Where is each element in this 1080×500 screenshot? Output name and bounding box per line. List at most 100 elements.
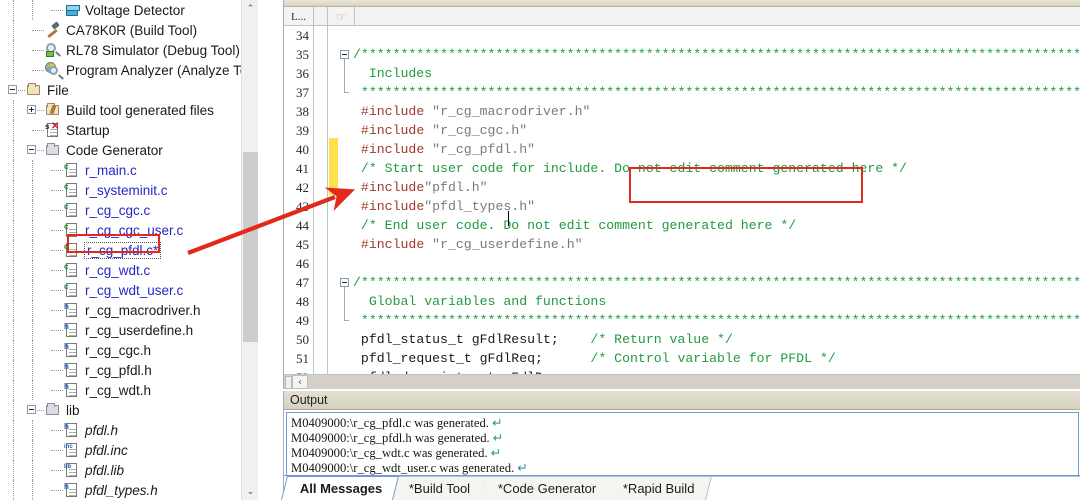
output-tab-code-generator[interactable]: *Code Generator [479, 476, 613, 500]
mark-column-header[interactable] [314, 7, 328, 26]
folder-icon [26, 82, 42, 98]
scroll-thumb[interactable] [243, 152, 258, 342]
output-tab-bar[interactable]: All Messages *Build Tool *Code Generator *R… [281, 475, 1080, 500]
output-tab-label: *Code Generator [497, 481, 596, 496]
code-text-area[interactable]: 3435363738394041424344454647484950515253… [284, 26, 1080, 374]
pointing-hand-icon: ☞ [335, 9, 347, 24]
tree-item-r-cg-wdt-c[interactable]: c r_cg_wdt.c [0, 260, 258, 280]
c-file-icon: c [64, 262, 80, 278]
tree-vertical-scrollbar[interactable]: ⌃ ⌄ [241, 0, 258, 500]
tree-item-r-cg-cgc-h[interactable]: h r_cg_cgc.h [0, 340, 258, 360]
line-number: 43 [296, 199, 309, 214]
tree-item-build-tool-generated-files[interactable]: Build tool generated files [0, 100, 258, 120]
code-line[interactable]: /* End user code. Do not edit comment ge… [353, 216, 1080, 235]
code-token: /***************************************… [353, 47, 1080, 62]
scrollbar-grip[interactable] [285, 375, 292, 389]
tree-item-label: r_cg_wdt_user.c [85, 282, 184, 298]
code-line[interactable] [353, 26, 1080, 45]
tree-item-startup[interactable]: s ✕ Startup [0, 120, 258, 140]
project-tree[interactable]: Voltage Detector CA78K0R (Build Tool) RL78… [0, 0, 258, 500]
editor-top-strip [284, 0, 1080, 7]
tree-item-pfdl-lib[interactable]: lib pfdl.lib [0, 460, 258, 480]
scroll-down-button[interactable]: ⌄ [242, 483, 258, 500]
output-tab-all-messages[interactable]: All Messages [281, 476, 400, 500]
code-line[interactable]: pfdl_status_t gFdlResult; /* Return valu… [353, 330, 1080, 349]
code-line[interactable]: #include "r_cg_pfdl.h" [353, 140, 1080, 159]
tree-item-r-systeminit-c[interactable]: c r_systeminit.c [0, 180, 258, 200]
tree-item-program-analyzer-analyze-tool[interactable]: Program Analyzer (Analyze Tool [0, 60, 258, 80]
code-token: /* End user code. Do not edit comment ge… [360, 218, 797, 233]
h-file-icon: h [64, 362, 80, 378]
tree-item-code-generator[interactable]: Code Generator [0, 140, 258, 160]
folder-grey-icon [45, 402, 61, 418]
source-code-lines[interactable]: /***************************************… [353, 26, 1080, 374]
code-line[interactable]: #include "r_cg_cgc.h" [353, 121, 1080, 140]
tree-item-label: Program Analyzer (Analyze Tool [66, 62, 258, 78]
output-tab-build-tool[interactable]: *Build Tool [391, 476, 488, 500]
tree-item-r-cg-cgc-user-c[interactable]: c r_cg_cgc_user.c [0, 220, 258, 240]
output-message-list[interactable]: M0409000:\r_cg_pfdl.c was generated. ↵ M0… [286, 412, 1079, 476]
tree-item-voltage-detector[interactable]: Voltage Detector [0, 0, 258, 20]
tree-item-ca78k0r-build-tool[interactable]: CA78K0R (Build Tool) [0, 20, 258, 40]
bookmark-column-header[interactable]: ☞ [328, 7, 355, 26]
code-token: pfdl_request_t gFdlReq; [360, 351, 591, 366]
tree-item-r-cg-wdt-h[interactable]: h r_cg_wdt.h [0, 380, 258, 400]
code-token: Global variables and functions [368, 294, 607, 309]
tree-item-label: r_cg_cgc_user.c [85, 222, 184, 238]
eol-marker-icon: ↵ [487, 446, 502, 460]
output-message-text: M0409000:\r_cg_wdt.c was generated. [291, 446, 488, 460]
fold-collapse-icon[interactable] [340, 278, 349, 287]
tree-item-r-cg-pfdl-h[interactable]: h r_cg_pfdl.h [0, 360, 258, 380]
tree-item-rl78-simulator-debug-tool[interactable]: RL78 Simulator (Debug Tool) [0, 40, 258, 60]
code-line[interactable] [353, 254, 1080, 273]
tree-item-file[interactable]: File [0, 80, 258, 100]
tree-item-r-cg-macrodriver-h[interactable]: h r_cg_macrodriver.h [0, 300, 258, 320]
code-token: "r_cg_userdefine.h" [432, 237, 583, 252]
code-line[interactable]: Includes [353, 64, 1080, 83]
tree-item-r-main-c[interactable]: c r_main.c [0, 160, 258, 180]
tree-item-r-cg-pfdl-c[interactable]: c r_cg_pfdl.c* [0, 240, 258, 260]
code-line[interactable]: ****************************************… [353, 83, 1080, 102]
scroll-left-button[interactable]: ‹ [292, 375, 308, 389]
output-message: M0409000:\r_cg_wdt.c was generated. ↵ [291, 446, 1078, 461]
h-file-icon: h [64, 382, 80, 398]
code-line[interactable]: ****************************************… [353, 311, 1080, 330]
tree-item-pfdl-inc[interactable]: inc pfdl.inc [0, 440, 258, 460]
code-line[interactable]: /***************************************… [353, 273, 1080, 292]
line-number: 38 [296, 104, 309, 119]
code-line[interactable]: #include"pfdl_types.h" [353, 197, 1080, 216]
code-token: #include [360, 104, 433, 119]
ide-window: Voltage Detector CA78K0R (Build Tool) RL78… [0, 0, 1080, 500]
code-line[interactable]: #include "r_cg_macrodriver.h" [353, 102, 1080, 121]
output-message-text: M0409000:\r_cg_pfdl.c was generated. [291, 416, 489, 430]
mark-margin[interactable] [315, 26, 328, 374]
line-number: 46 [296, 256, 309, 271]
scroll-up-button[interactable]: ⌃ [242, 0, 258, 17]
tree-item-label: r_cg_cgc.c [85, 202, 151, 218]
tree-item-pfdl-h[interactable]: h pfdl.h [0, 420, 258, 440]
code-line[interactable]: #include "r_cg_userdefine.h" [353, 235, 1080, 254]
line-number: 45 [296, 237, 309, 252]
code-line[interactable]: /***************************************… [353, 45, 1080, 64]
code-token: /* Return value */ [590, 332, 733, 347]
tree-item-r-cg-userdefine-h[interactable]: h r_cg_userdefine.h [0, 320, 258, 340]
code-folding-margin[interactable] [338, 26, 353, 374]
tree-item-pfdl-types-h[interactable]: h pfdl_types.h [0, 480, 258, 500]
tree-item-label: RL78 Simulator (Debug Tool) [66, 42, 240, 58]
tree-item-lib[interactable]: lib [0, 400, 258, 420]
debug-tool-icon [45, 42, 61, 58]
line-number-column-header[interactable]: L... [284, 7, 314, 26]
code-line[interactable]: Global variables and functions [353, 292, 1080, 311]
code-line[interactable]: /* Start user code for include. Do not e… [353, 159, 1080, 178]
code-token: /***************************************… [353, 275, 1080, 290]
output-tab-label: All Messages [299, 481, 383, 496]
code-line[interactable]: #include"pfdl.h" [353, 178, 1080, 197]
editor-horizontal-scrollbar[interactable]: ‹ [284, 374, 1080, 389]
tree-item-r-cg-wdt-user-c[interactable]: c r_cg_wdt_user.c [0, 280, 258, 300]
code-line[interactable]: pfdl_request_t gFdlReq; /* Control varia… [353, 349, 1080, 368]
tree-item-r-cg-cgc-c[interactable]: c r_cg_cgc.c [0, 200, 258, 220]
fold-collapse-icon[interactable] [340, 50, 349, 59]
tree-item-label: File [47, 82, 69, 98]
output-tab-rapid-build[interactable]: *Rapid Build [604, 476, 712, 500]
tree-item-label: pfdl_types.h [85, 482, 158, 498]
